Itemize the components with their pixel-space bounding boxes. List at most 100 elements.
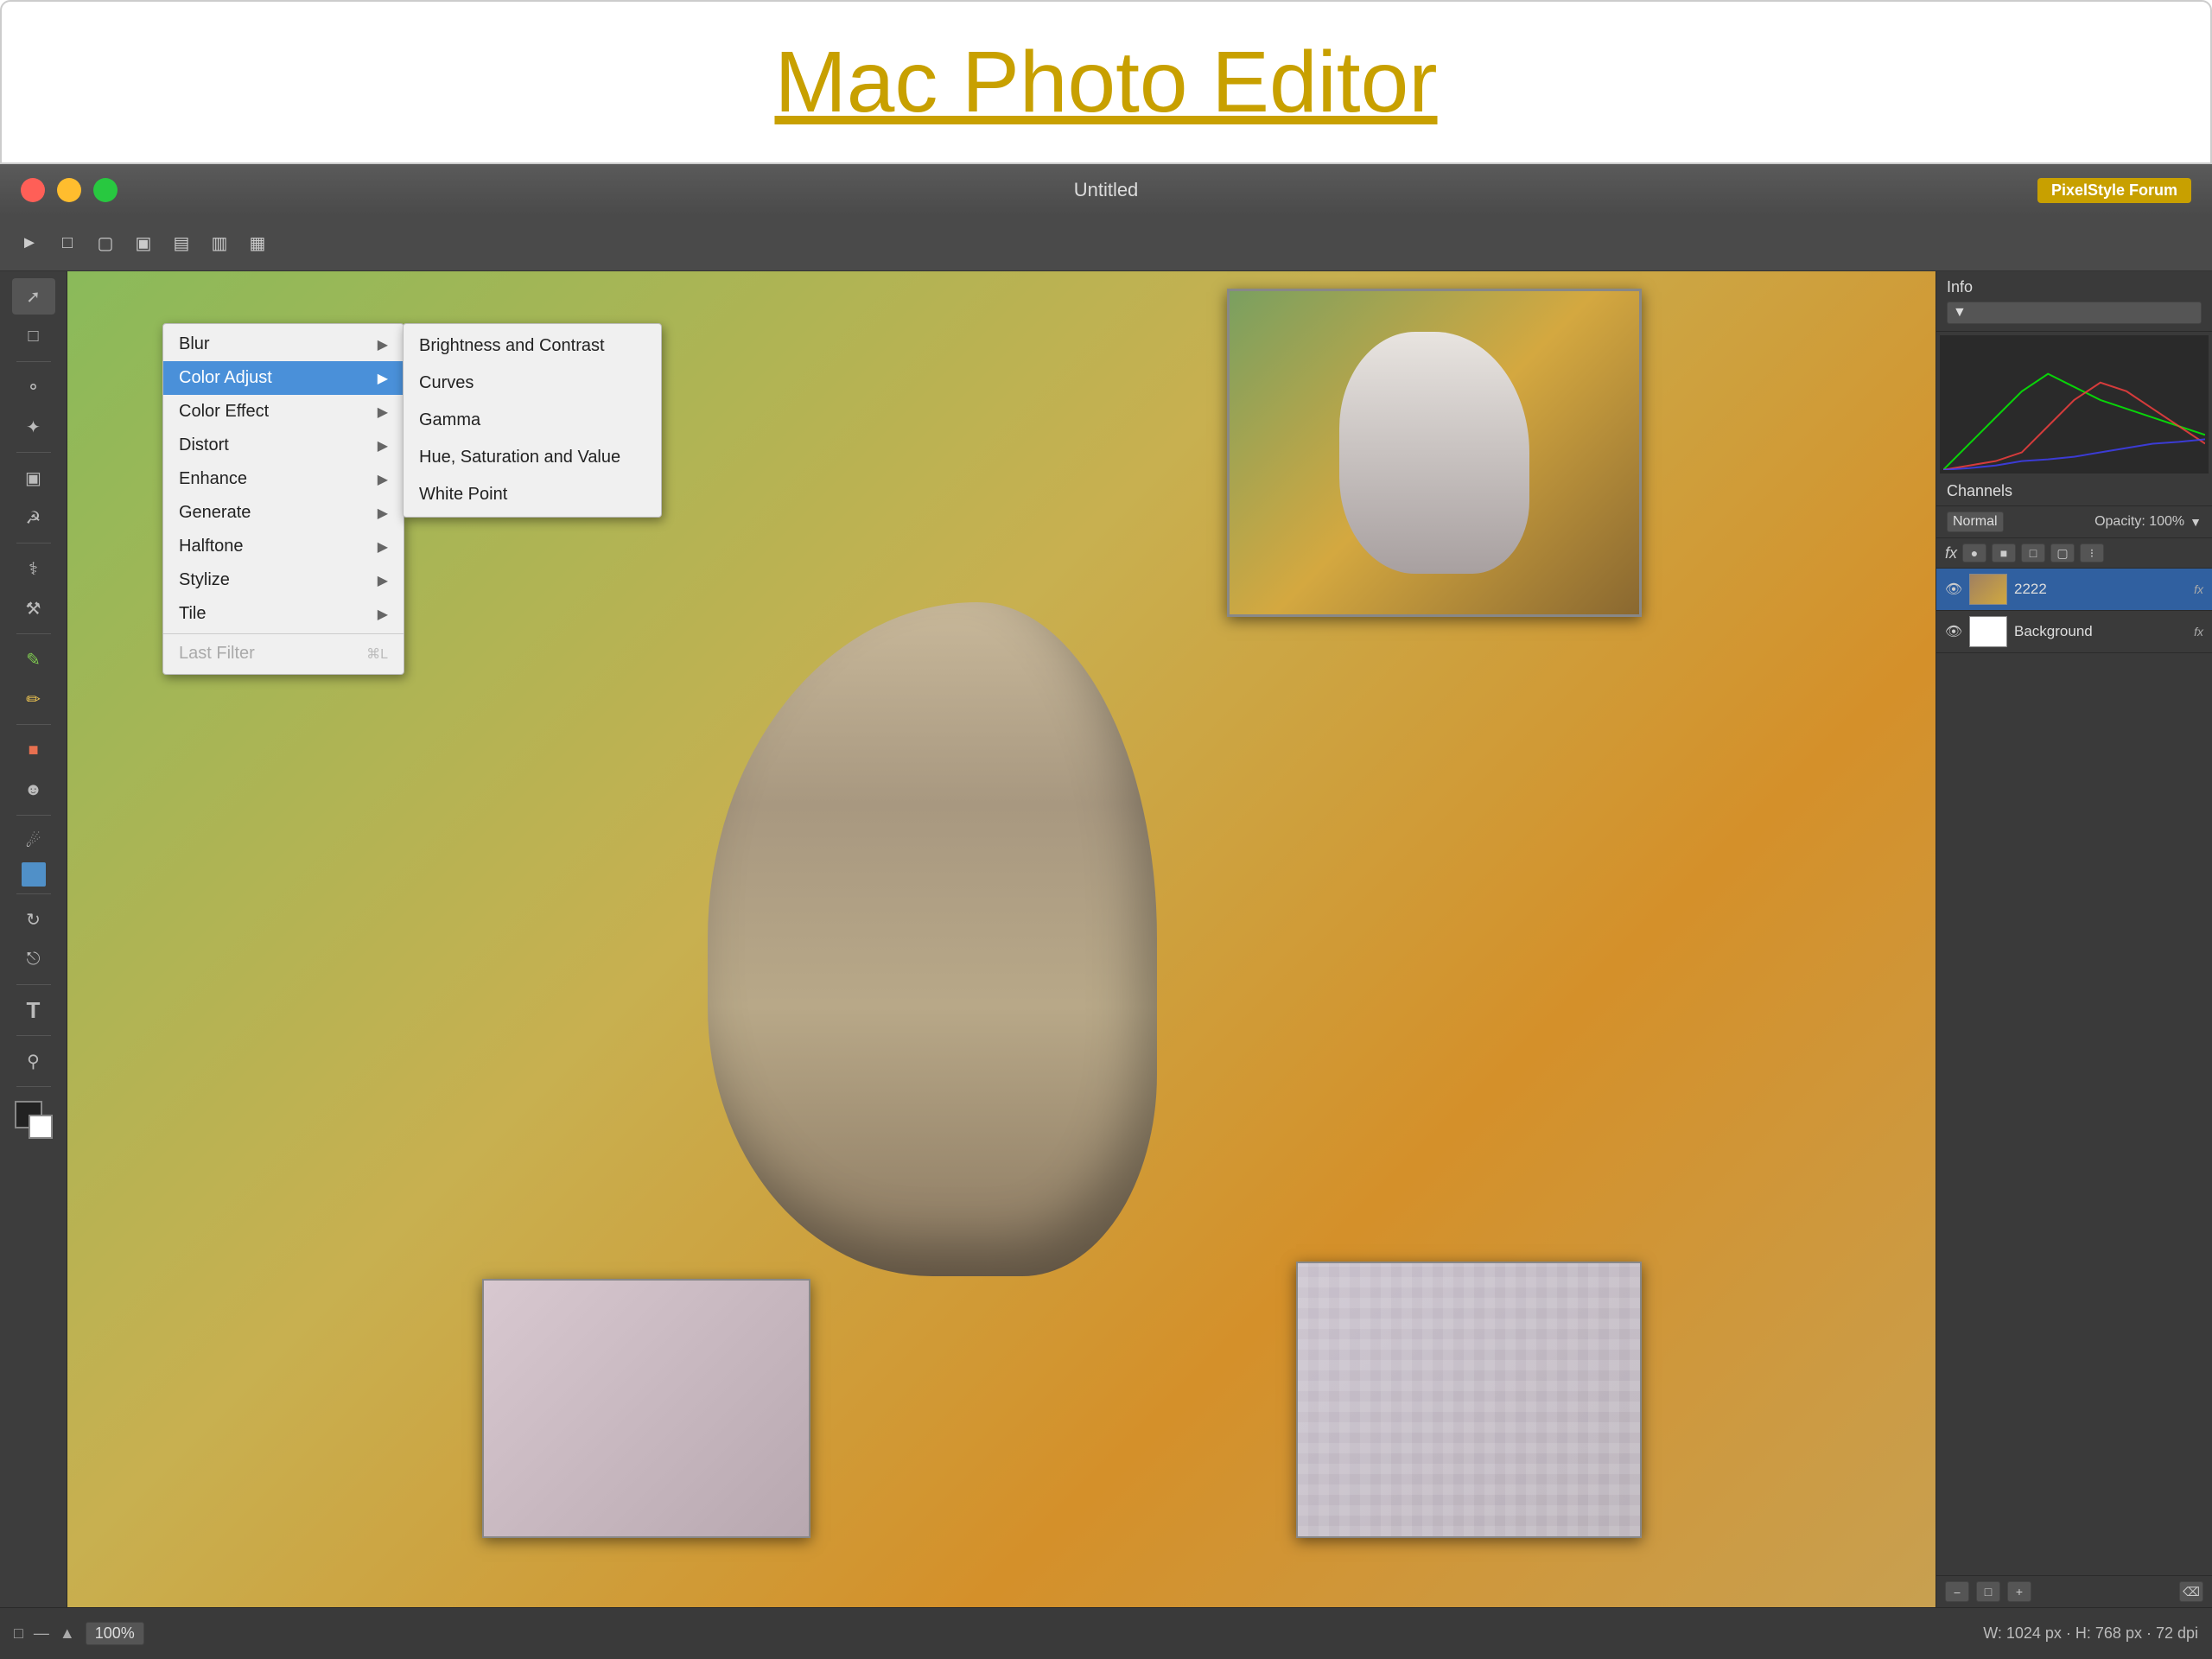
menu-item-distort[interactable]: Distort ▶ <box>163 429 404 462</box>
layer-mask-button[interactable]: □ <box>1976 1581 2000 1602</box>
selection-tool[interactable]: □ <box>12 318 55 354</box>
menu-item-halftone[interactable]: Halftone ▶ <box>163 530 404 563</box>
tool-separator-10 <box>16 1086 51 1087</box>
fx-circle-button[interactable]: ▢ <box>2050 543 2075 563</box>
layer-row-2222[interactable]: 👁 2222 fx <box>1936 569 2212 611</box>
menu-item-color-effect[interactable]: Color Effect ▶ <box>163 395 404 429</box>
fx-rect-button[interactable]: □ <box>2021 543 2045 563</box>
tool-separator-9 <box>16 1035 51 1036</box>
layer-delete-button[interactable]: ⌫ <box>2179 1581 2203 1602</box>
color-adjust-submenu: Brightness and Contrast Curves Gamma Hue… <box>403 323 662 518</box>
submenu-white-point[interactable]: White Point <box>404 476 661 513</box>
opacity-label: Opacity: 100% <box>2094 514 2184 530</box>
zoom-tool[interactable]: ⚲ <box>12 1043 55 1079</box>
fx-row: fx ● ■ □ ▢ ⁝ <box>1936 538 2212 569</box>
arrow-tool-button[interactable]: ► <box>14 228 45 259</box>
close-button[interactable] <box>21 178 45 202</box>
canvas-area[interactable]: Blur ▶ Color Adjust ▶ Color Effect ▶ Dis… <box>67 271 1936 1607</box>
submenu-curves[interactable]: Curves <box>404 365 661 402</box>
main-layout: ➚ □ ⚬ ✦ ▣ ☭ ⚕ ⚒ ✎ ✏ ■ ☻ ☄ ↻ ⎋ T ⚲ <box>0 271 2212 1607</box>
duplicate-button[interactable]: ▣ <box>128 228 159 259</box>
menu-item-enhance[interactable]: Enhance ▶ <box>163 462 404 496</box>
brush-tool[interactable]: ✎ <box>12 641 55 677</box>
heal-tool[interactable]: ⚒ <box>12 590 55 626</box>
pixel-grid-overlay <box>1298 1263 1640 1536</box>
export-button[interactable]: ▥ <box>204 228 235 259</box>
status-icon-dash: — <box>34 1624 49 1643</box>
pen-tool[interactable]: ☄ <box>12 823 55 859</box>
status-bar: □ — ▲ 100% W: 1024 px · H: 768 px · 72 d… <box>0 1607 2212 1659</box>
menu-item-blur[interactable]: Blur ▶ <box>163 327 404 361</box>
tool-separator-7 <box>16 893 51 894</box>
info-dropdown[interactable]: ▼ <box>1947 302 2202 324</box>
layer-visibility-icon[interactable]: 👁 <box>1945 581 1962 598</box>
menu-separator <box>163 633 404 634</box>
open-doc-button[interactable]: ▢ <box>90 228 121 259</box>
move-tool[interactable]: ➚ <box>12 278 55 315</box>
layer-row-background[interactable]: 👁 Background fx <box>1936 611 2212 653</box>
layer-thumbnail-white <box>1970 617 2006 646</box>
text-tool[interactable]: T <box>12 992 55 1028</box>
crop-tool[interactable]: ▣ <box>12 460 55 496</box>
blend-mode-select[interactable]: Normal <box>1947 512 2004 532</box>
fx-shape-button[interactable]: ■ <box>1992 543 2016 563</box>
tool-separator <box>16 361 51 362</box>
fx-label: fx <box>1945 544 1957 563</box>
status-dimensions: W: 1024 px · H: 768 px · 72 dpi <box>1983 1624 2198 1643</box>
menu-item-generate[interactable]: Generate ▶ <box>163 496 404 530</box>
transform-tool[interactable]: ↻ <box>12 901 55 938</box>
menu-item-tile[interactable]: Tile ▶ <box>163 597 404 631</box>
background-color[interactable] <box>29 1115 53 1139</box>
thumbnail-husky-running <box>1227 289 1642 617</box>
layer-visibility-icon[interactable]: 👁 <box>1945 623 1962 640</box>
pencil-tool[interactable]: ✏ <box>12 681 55 717</box>
tools-panel: ➚ □ ⚬ ✦ ▣ ☭ ⚕ ⚒ ✎ ✏ ■ ☻ ☄ ↻ ⎋ T ⚲ <box>0 271 67 1607</box>
layer-name: Background <box>2014 623 2187 640</box>
shape-tool[interactable] <box>22 862 46 887</box>
arrow-icon: ▶ <box>378 370 388 387</box>
page-title-link[interactable]: Mac Photo Editor <box>774 33 1437 132</box>
arrow-icon: ▶ <box>378 505 388 522</box>
thumbnail-pixelated <box>1296 1262 1642 1538</box>
toolbar: ► □ ▢ ▣ ▤ ▥ ▦ <box>0 216 2212 271</box>
traffic-lights <box>21 178 118 202</box>
history-tool[interactable]: ⎋ <box>12 941 55 977</box>
submenu-hue-saturation[interactable]: Hue, Saturation and Value <box>404 439 661 476</box>
eraser-tool[interactable]: ■ <box>12 732 55 768</box>
magic-wand-tool[interactable]: ✦ <box>12 409 55 445</box>
lasso-tool[interactable]: ⚬ <box>12 369 55 405</box>
menu-item-color-adjust[interactable]: Color Adjust ▶ <box>163 361 404 395</box>
thumbnail-pixelated-image <box>1298 1263 1640 1536</box>
menu-item-stylize[interactable]: Stylize ▶ <box>163 563 404 597</box>
color-picker[interactable] <box>15 1101 53 1139</box>
arrow-icon: ▶ <box>378 404 388 421</box>
tool-separator-8 <box>16 984 51 985</box>
submenu-gamma[interactable]: Gamma <box>404 402 661 439</box>
arrow-icon: ▶ <box>378 336 388 353</box>
new-doc-button[interactable]: □ <box>52 228 83 259</box>
pixelstyle-badge[interactable]: PixelStyle Forum <box>2037 178 2191 203</box>
tool-separator-5 <box>16 724 51 725</box>
paint-bucket-tool[interactable]: ☻ <box>12 772 55 808</box>
menu-item-last-filter[interactable]: Last Filter ⌘L <box>163 637 404 671</box>
blend-mode-row: Normal Opacity: 100% ▼ <box>1936 506 2212 538</box>
layer-link-button[interactable]: ⎯ <box>1945 1581 1969 1602</box>
layers-area: 👁 2222 fx 👁 Background fx <box>1936 569 2212 1575</box>
save-button[interactable]: ▤ <box>166 228 197 259</box>
tool-separator-6 <box>16 815 51 816</box>
minimize-button[interactable] <box>57 178 81 202</box>
eyedropper-tool[interactable]: ⚕ <box>12 550 55 587</box>
fx-grid-button[interactable]: ⁝ <box>2080 543 2104 563</box>
layer-add-button[interactable]: + <box>2007 1581 2031 1602</box>
opacity-arrow[interactable]: ▼ <box>2190 515 2202 529</box>
title-area: Mac Photo Editor <box>0 0 2212 164</box>
measure-tool[interactable]: ☭ <box>12 499 55 536</box>
submenu-brightness-contrast[interactable]: Brightness and Contrast <box>404 327 661 365</box>
maximize-button[interactable] <box>93 178 118 202</box>
status-zoom[interactable]: 100% <box>86 1622 144 1645</box>
arrow-icon: ▶ <box>378 471 388 488</box>
layer-fx-label: fx <box>2194 625 2203 639</box>
layer-fx-label: fx <box>2194 582 2203 596</box>
fx-add-button[interactable]: ● <box>1962 543 1986 563</box>
share-button[interactable]: ▦ <box>242 228 273 259</box>
